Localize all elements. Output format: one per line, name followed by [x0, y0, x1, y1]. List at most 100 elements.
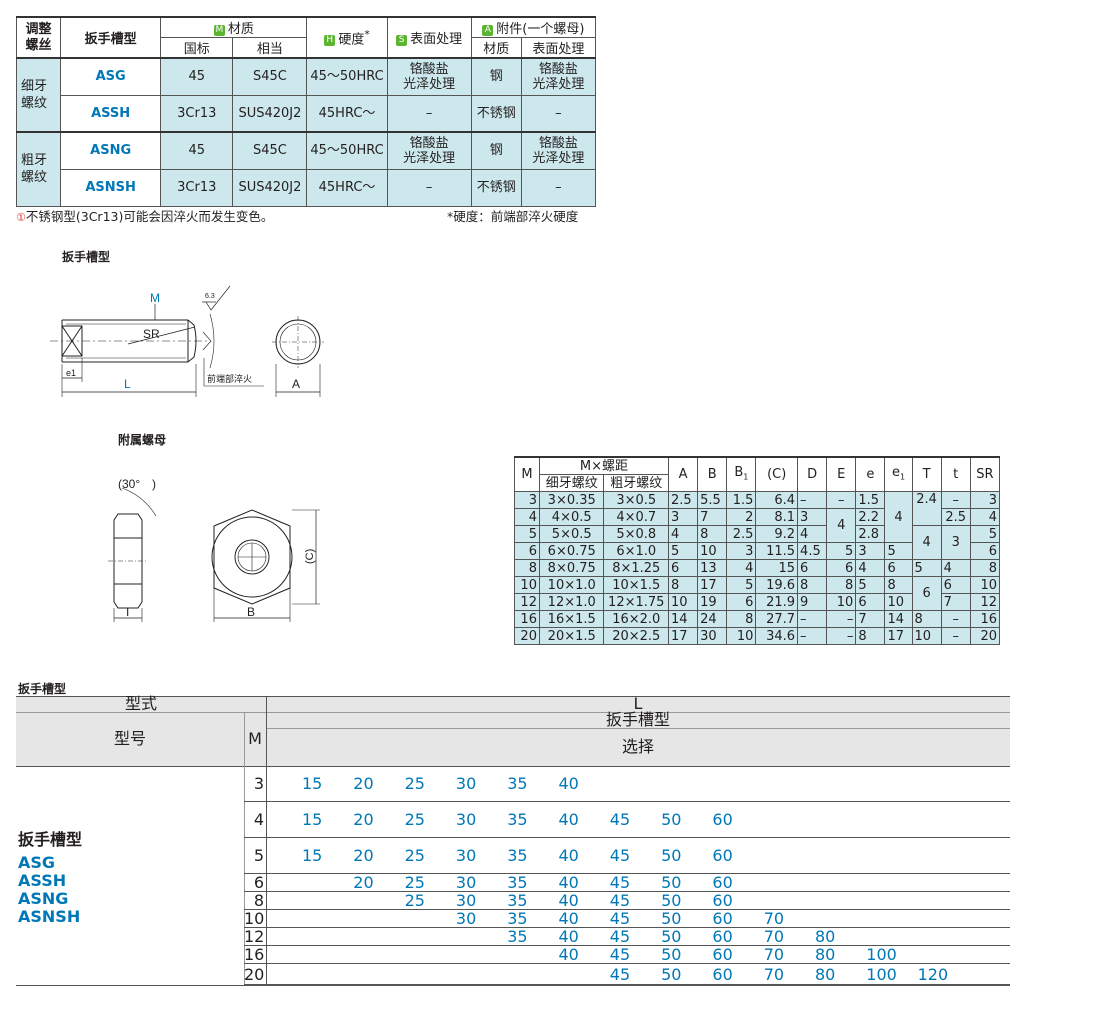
- dim-header-b1: B1: [726, 456, 757, 492]
- dim-cell-B: 8: [697, 525, 728, 543]
- dim-cell-e: 5: [855, 576, 886, 594]
- dim-cell-C: 34.6: [755, 627, 799, 645]
- dim-cell-t: 3: [940, 525, 971, 560]
- m-label: M: [150, 291, 160, 305]
- selection-value: 30: [455, 774, 477, 793]
- dim-cell-C: 27.7: [755, 610, 799, 628]
- dim-cell-T: 2.4: [911, 491, 942, 526]
- selection-table: 型式 L 型号 M 扳手槽型 选择 扳手槽型 ASG ASSH ASNG ASNSH …: [16, 696, 1010, 986]
- dim-header-t-upper: T: [911, 456, 942, 492]
- material-cell-type: ASSH: [60, 94, 162, 133]
- material-row: ASNSH 3Cr13 SUS420J2 45HRC～ – 不锈钢 –: [17, 168, 597, 207]
- attachment-badge-icon: A: [482, 25, 494, 36]
- selection-value: 20: [353, 774, 374, 793]
- selection-value: 35: [507, 891, 528, 910]
- dim-cell-e1: 8: [884, 576, 913, 594]
- material-row: 粗牙 螺纹 ASNG 45 S45C 45～50HRC 铬酸盐 光泽处理钢铬酸盐 光泽处理: [15, 131, 597, 207]
- dim-cell-A: 17: [667, 627, 699, 645]
- material-cell-hardness: 45HRC～: [306, 94, 388, 133]
- selection-value: 35: [507, 846, 528, 865]
- dim-cell-B: 24: [697, 610, 728, 628]
- dim-header-fine: 细牙螺纹: [538, 474, 605, 492]
- selection-row-m: 8: [253, 891, 264, 910]
- dim-cell-coarse: 20×2.5: [603, 627, 669, 645]
- dim-cell-B: 10: [697, 542, 728, 560]
- dim-cell-e: 2.2: [855, 508, 886, 526]
- material-cell-surface: 铬酸盐 光泽处理: [386, 57, 472, 96]
- selection-value: 60: [712, 909, 733, 928]
- selection-header-m: M: [248, 729, 262, 748]
- dim-cell-T: 6: [911, 576, 942, 611]
- thread-type-cell: 粗牙 螺纹: [15, 131, 62, 207]
- header-attach-surface: 表面处理: [520, 37, 597, 59]
- thread-type-cell: 细牙 螺纹: [15, 57, 62, 133]
- dim-row: 8 8×0.75 8×1.25 6 13 4 15 6 6 4 6 5 4 8: [514, 559, 1001, 577]
- dim-cell-t: 6: [940, 576, 971, 594]
- selection-value: 100: [866, 945, 897, 964]
- dim-cell-B: 7: [697, 508, 728, 526]
- material-cell-a_mat: 不锈钢: [470, 168, 522, 207]
- dim-header-c: (C): [755, 456, 799, 492]
- material-cell-gb: 45: [160, 131, 234, 170]
- dim-cell-m: 6: [514, 542, 540, 560]
- selection-value: 50: [661, 891, 682, 910]
- material-cell-surface: 铬酸盐 光泽处理: [386, 131, 472, 170]
- selection-value: 25: [404, 846, 425, 865]
- dim-cell-m: 16: [514, 610, 540, 628]
- dim-cell-e: 8: [855, 627, 886, 645]
- selection-header-select: 选择: [621, 737, 654, 756]
- dim-cell-C: 8.1: [755, 508, 799, 526]
- material-row: ASSH 3Cr13 SUS420J2 45HRC～ – 不锈钢 –: [17, 94, 597, 133]
- selection-value: 60: [712, 891, 733, 910]
- dim-cell-B1: 3: [726, 542, 757, 560]
- dim-cell-t: 7: [940, 593, 971, 611]
- dim-cell-A: 5: [667, 542, 699, 560]
- material-cell-type: ASG: [60, 57, 162, 96]
- selection-value: 80: [815, 965, 836, 984]
- selection-value: 40: [558, 909, 579, 928]
- dim-row: 3 3×0.35 3×0.5 2.5 5.5 1.5 6.4– –1.5 4 2.4–3: [514, 491, 1001, 543]
- dim-cell-fine: 10×1.0: [538, 576, 605, 594]
- selection-row-m: 12: [244, 927, 265, 946]
- dim-cell-m: 8: [514, 559, 540, 577]
- dim-cell-e1: 17: [884, 627, 913, 645]
- nut-title: 附属螺母: [118, 433, 167, 447]
- dim-row: 20 20×1.5 20×2.5 17 30 10 34.6– –8 17 10–20: [514, 627, 1001, 645]
- dim-header-b: B: [697, 456, 728, 492]
- material-cell-a_surf: –: [520, 168, 597, 207]
- material-cell-a_mat: 不锈钢: [470, 94, 522, 133]
- material-cell-hardness: 45～50HRC: [306, 131, 388, 170]
- dim-cell-SR: 3: [969, 491, 1001, 509]
- selection-row-m: 10: [244, 909, 265, 928]
- dim-cell-T: 10: [911, 627, 942, 645]
- dim-cell-B1: 4: [726, 559, 757, 577]
- selection-value: 70: [763, 965, 785, 984]
- selection-value: 60: [712, 846, 733, 865]
- dim-cell-t: –: [940, 627, 971, 645]
- dim-cell-B: 19: [697, 593, 728, 611]
- dim-cell-D: 9: [797, 593, 828, 611]
- selection-value: 30: [455, 891, 477, 910]
- dim-cell-SR: 16: [969, 610, 1001, 628]
- dim-cell-T: 8: [911, 610, 942, 628]
- wrench-type-title: 扳手槽型: [62, 250, 111, 264]
- dim-cell-D: 8: [797, 576, 828, 594]
- tip-hardening-label: 前端部淬火: [207, 373, 252, 384]
- selection-row: 20 45 50 60 70 80 100 120: [16, 964, 1010, 985]
- material-cell-surface: –: [386, 94, 472, 133]
- dim-cell-A: 14: [667, 610, 699, 628]
- dim-cell-coarse: 4×0.7: [603, 508, 669, 526]
- selection-row: 4 15 20 25 30 35 40 45 50 60: [16, 802, 1010, 838]
- set-screw-drawing: M SR 6.3 e1 L 前端部淬火 A: [50, 285, 324, 397]
- dim-cell-m: 5: [514, 525, 540, 543]
- dim-cell-B1: 2.5: [726, 525, 757, 543]
- dim-cell-coarse: 5×0.8: [603, 525, 669, 543]
- selection-value: 20: [353, 873, 374, 892]
- selection-value: 30: [455, 810, 477, 829]
- dim-cell-D: –: [797, 491, 828, 509]
- dim-cell-fine: 5×0.5: [538, 525, 605, 543]
- material-cell-a_mat: 钢: [470, 57, 522, 96]
- dim-cell-B1: 6: [726, 593, 757, 611]
- dim-header-sr: SR: [969, 456, 1001, 492]
- material-cell-a_surf: 铬酸盐 光泽处理: [520, 131, 597, 170]
